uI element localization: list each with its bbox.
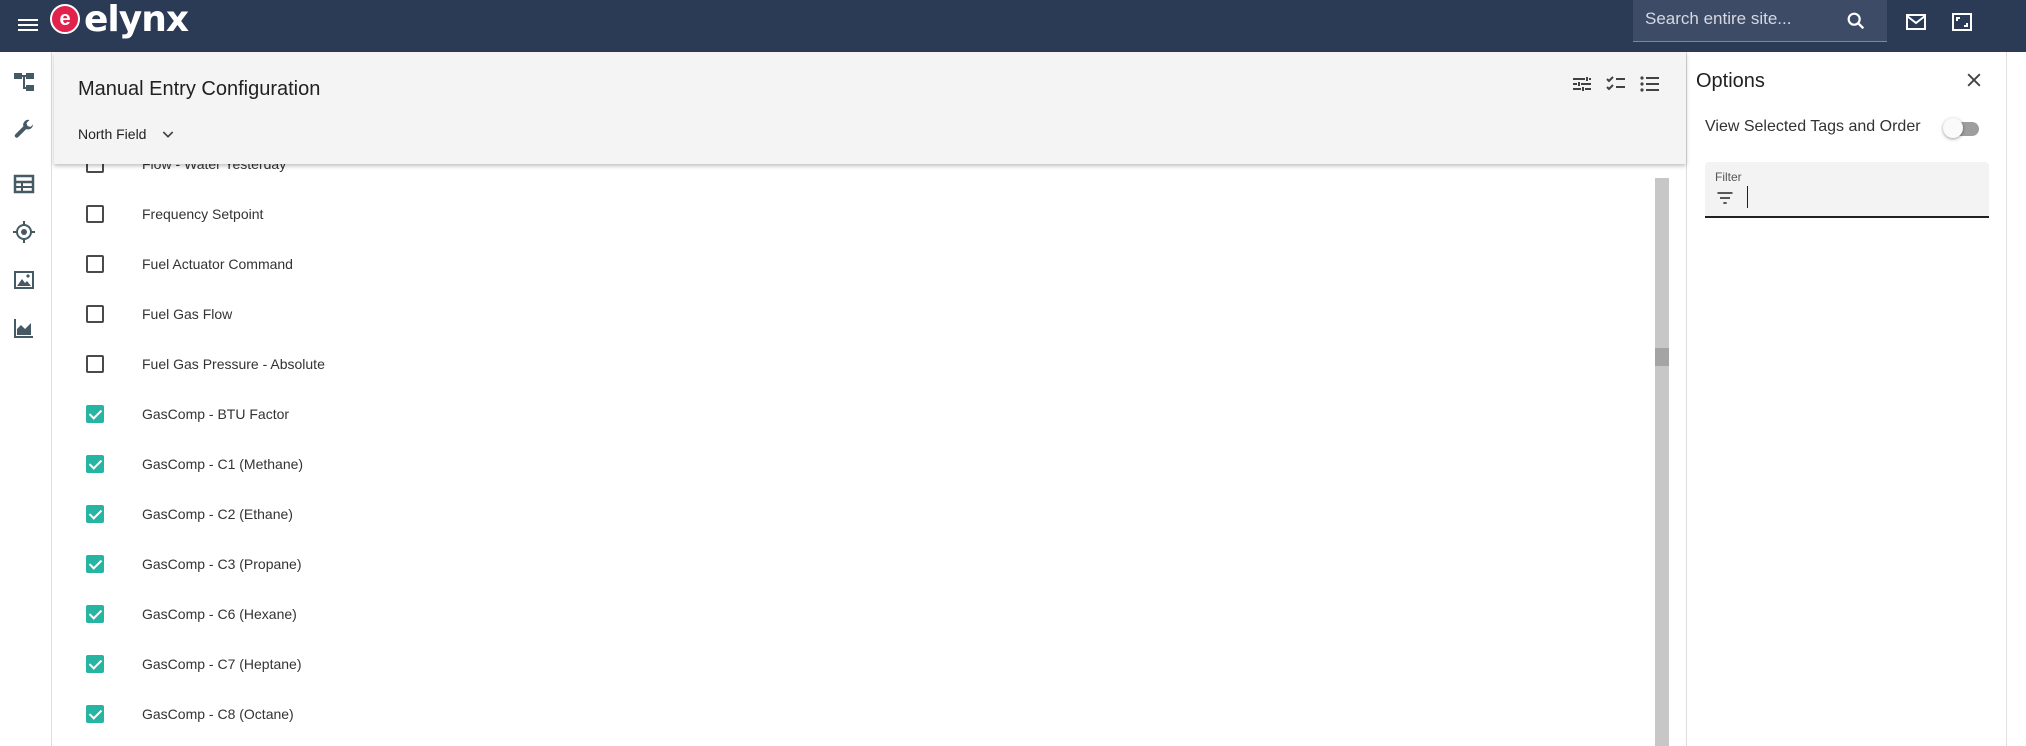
logo-mark: e — [50, 4, 80, 34]
tag-row[interactable]: Frequency Setpoint — [54, 189, 1654, 239]
image-icon[interactable] — [12, 268, 36, 292]
tag-row[interactable]: Fuel Gas Flow — [54, 289, 1654, 339]
tag-row[interactable]: GasComp - C6 (Hexane) — [54, 589, 1654, 639]
tag-row[interactable]: Flow - Water Yesterday — [54, 164, 1654, 189]
location-target-icon[interactable] — [12, 220, 36, 244]
tag-row[interactable]: GasComp - C3 (Propane) — [54, 539, 1654, 589]
tag-label: GasComp - C6 (Hexane) — [142, 606, 297, 622]
tag-checkbox[interactable] — [86, 555, 104, 573]
elynx-logo[interactable]: e elynx — [50, 0, 189, 40]
tag-row[interactable]: GasComp - C2 (Ethane) — [54, 489, 1654, 539]
tag-checkbox[interactable] — [86, 305, 104, 323]
tag-checkbox[interactable] — [86, 164, 104, 173]
site-search — [1633, 0, 1887, 42]
tag-label: GasComp - C2 (Ethane) — [142, 506, 293, 522]
main-panel: Manual Entry Configuration North Field F… — [54, 52, 1686, 746]
filter-field[interactable]: Filter — [1705, 162, 1989, 218]
tag-checkbox[interactable] — [86, 505, 104, 523]
list-scrollbar[interactable] — [1655, 178, 1669, 746]
tag-checkbox[interactable] — [86, 405, 104, 423]
tag-label: Fuel Actuator Command — [142, 256, 293, 272]
mail-icon[interactable] — [1904, 10, 1928, 34]
tag-label: Fuel Gas Pressure - Absolute — [142, 356, 325, 372]
tag-row[interactable]: GasComp - C1 (Methane) — [54, 439, 1654, 489]
right-gutter — [2006, 52, 2026, 746]
tag-row[interactable]: Fuel Actuator Command — [54, 239, 1654, 289]
tag-label: GasComp - C1 (Methane) — [142, 456, 304, 472]
scrollbar-thumb[interactable] — [1655, 348, 1669, 366]
site-dropdown-value: North Field — [78, 126, 147, 142]
view-selected-toggle[interactable] — [1943, 118, 1979, 138]
area-chart-icon[interactable] — [12, 316, 36, 340]
wrench-icon[interactable] — [12, 118, 36, 142]
menu-icon[interactable] — [16, 16, 40, 36]
tag-label: Fuel Gas Flow — [142, 306, 233, 322]
tag-list: Flow - Water Yesterday Frequency Setpoint… — [54, 164, 1654, 746]
page-header: Manual Entry Configuration North Field — [54, 52, 1686, 164]
table-icon[interactable] — [12, 172, 36, 196]
tag-label: GasComp - C7 (Heptane) — [142, 656, 302, 672]
options-title: Options — [1696, 70, 1765, 92]
filter-icon — [1717, 192, 1733, 204]
tag-checkbox[interactable] — [86, 205, 104, 223]
tag-row[interactable]: GasComp - BTU Factor — [54, 389, 1654, 439]
options-panel: Options View Selected Tags and Order Fil… — [1686, 52, 2006, 746]
fullscreen-icon[interactable] — [1950, 10, 1974, 34]
tag-label: GasComp - C3 (Propane) — [142, 556, 302, 572]
tag-checkbox[interactable] — [86, 455, 104, 473]
close-icon[interactable] — [1964, 70, 1984, 90]
tag-checkbox[interactable] — [86, 705, 104, 723]
tune-icon[interactable] — [1570, 72, 1594, 96]
tag-row[interactable]: GasComp - C7 (Heptane) — [54, 639, 1654, 689]
tag-label: GasComp - BTU Factor — [142, 406, 290, 422]
logo-text: elynx — [84, 0, 189, 40]
tag-row[interactable]: GasComp - C8 (Octane) — [54, 689, 1654, 739]
hierarchy-icon[interactable] — [12, 70, 36, 94]
tag-checkbox[interactable] — [86, 655, 104, 673]
tag-label: Frequency Setpoint — [142, 206, 264, 222]
tag-label: Flow - Water Yesterday — [142, 164, 287, 172]
search-input[interactable] — [1645, 8, 1845, 30]
top-app-bar: e elynx — [0, 0, 2026, 52]
page-title: Manual Entry Configuration — [78, 78, 321, 100]
search-icon[interactable] — [1845, 10, 1867, 32]
checklist-icon[interactable] — [1604, 72, 1628, 96]
tag-row[interactable]: Fuel Gas Pressure - Absolute — [54, 339, 1654, 389]
list-icon[interactable] — [1638, 72, 1662, 96]
tag-checkbox[interactable] — [86, 255, 104, 273]
site-dropdown[interactable]: North Field — [78, 126, 176, 142]
tag-checkbox[interactable] — [86, 355, 104, 373]
filter-input[interactable] — [1747, 186, 1977, 208]
view-selected-label: View Selected Tags and Order — [1705, 118, 1921, 135]
tag-label: GasComp - C8 (Octane) — [142, 706, 294, 722]
tag-checkbox[interactable] — [86, 605, 104, 623]
filter-label: Filter — [1715, 170, 1742, 184]
toggle-thumb — [1943, 118, 1963, 138]
chevron-down-icon — [163, 131, 174, 138]
side-nav — [0, 52, 52, 746]
